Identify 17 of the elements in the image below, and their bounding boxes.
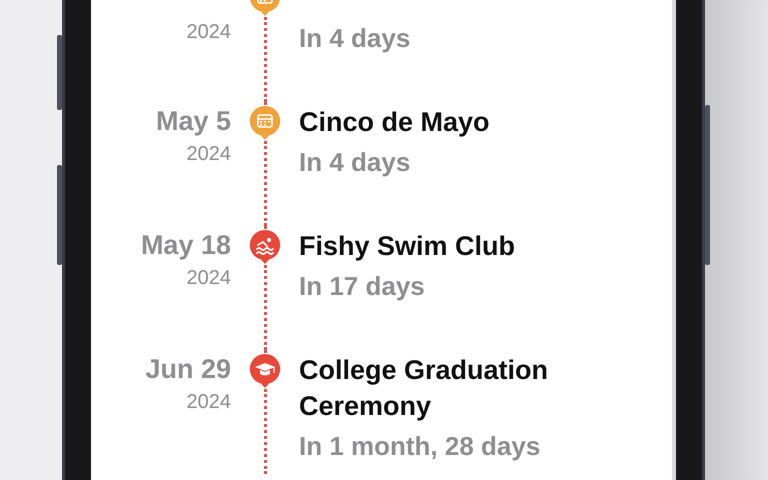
- event-year: 2024: [186, 266, 231, 291]
- calendar-icon: [249, 105, 281, 141]
- event-countdown: In 4 days: [299, 146, 412, 179]
- graduation-cap-icon: [249, 353, 281, 389]
- event-year: 2024: [186, 142, 231, 167]
- event-countdown: In 17 days: [299, 270, 426, 303]
- event-countdown: In 4 days: [299, 22, 412, 55]
- event-year: 2024: [186, 20, 231, 45]
- event-date: May 18: [140, 229, 231, 262]
- event-year: 2024: [186, 390, 231, 415]
- event-title: College Graduation Ceremony: [299, 354, 550, 423]
- event-title: Cinco de Mayo: [299, 106, 491, 139]
- event-date: Jun 29: [145, 353, 231, 386]
- swimmer-icon: [249, 229, 281, 265]
- event-countdown: In 1 month, 28 days: [299, 430, 542, 463]
- event-title: Fishy Swim Club: [299, 230, 516, 263]
- event-date: May 5: [156, 105, 231, 138]
